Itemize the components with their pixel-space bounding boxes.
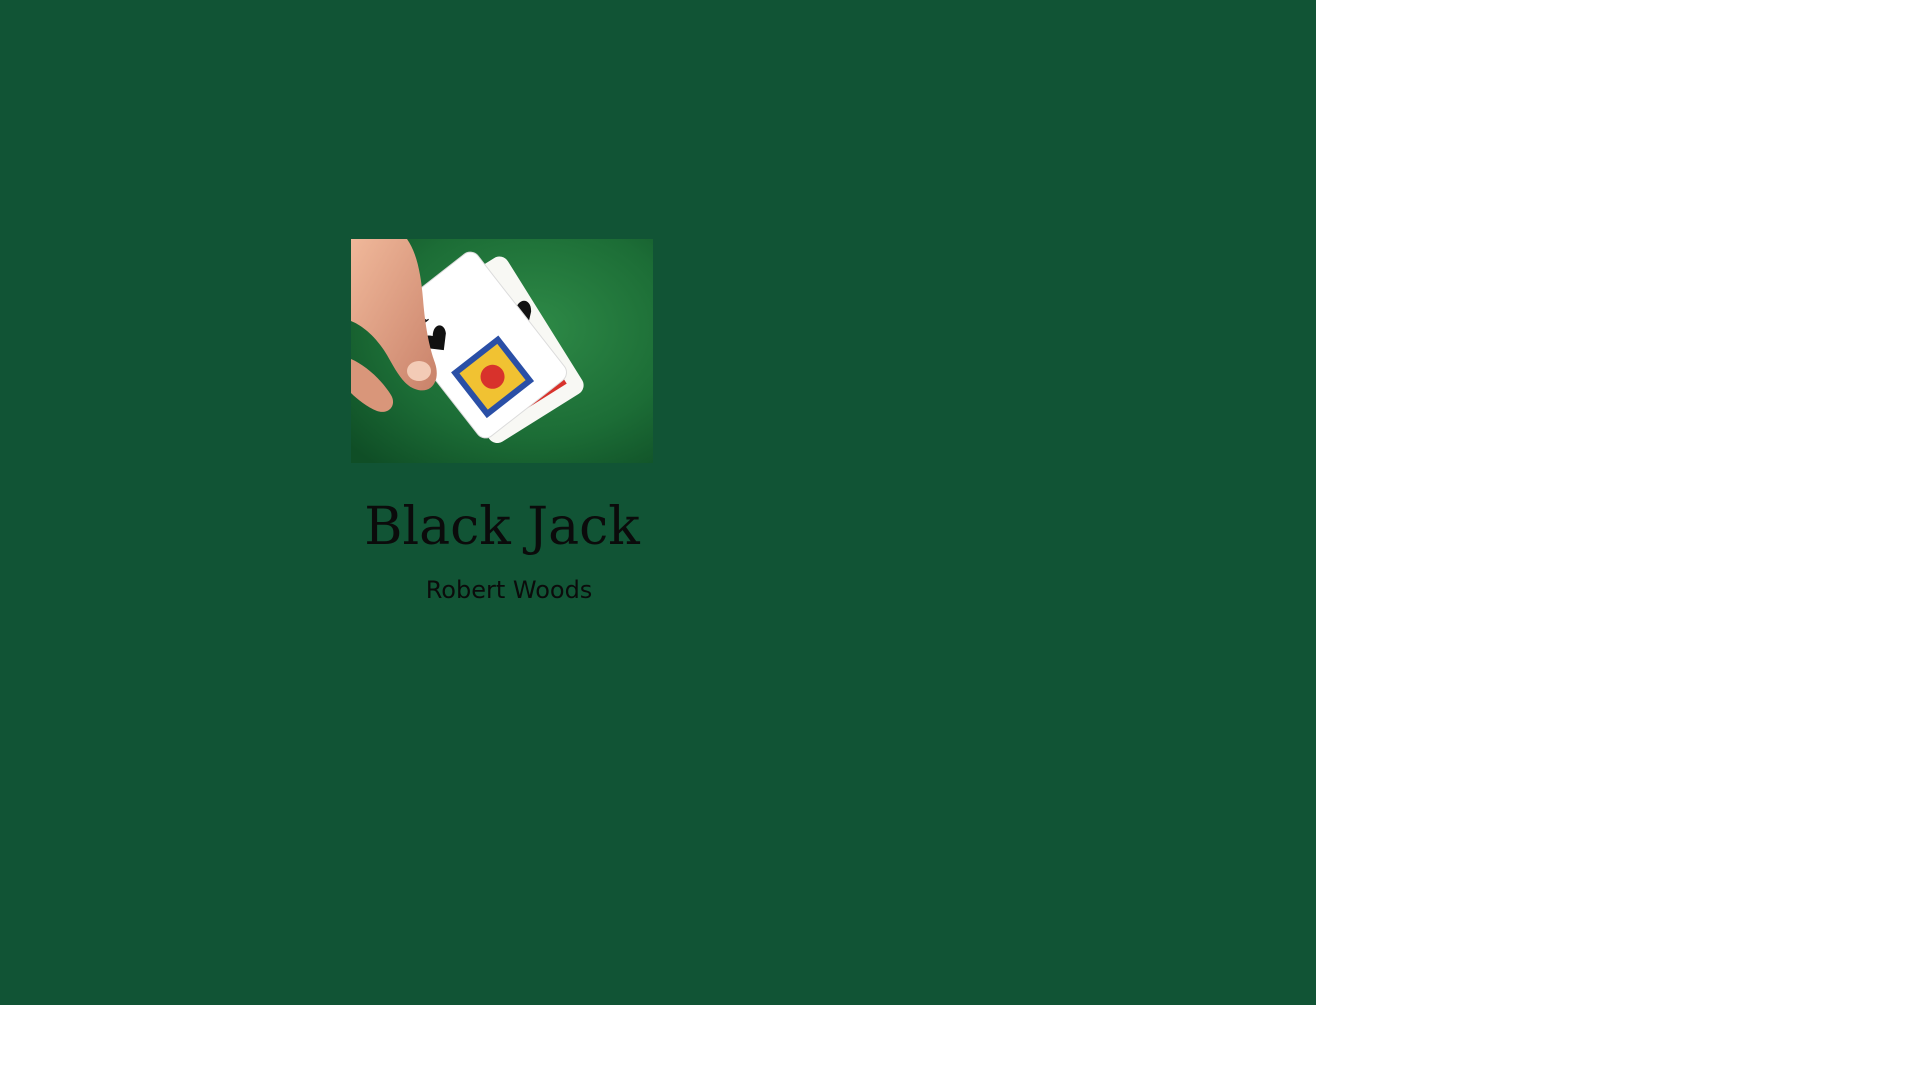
- cover-image: J A: [351, 239, 653, 463]
- cover-panel: J A Black Jack Robert Woods: [0, 0, 1316, 1005]
- book-title: Black Jack: [364, 497, 640, 557]
- blackjack-cards-image: J A: [351, 239, 653, 463]
- book-author: Robert Woods: [425, 576, 593, 604]
